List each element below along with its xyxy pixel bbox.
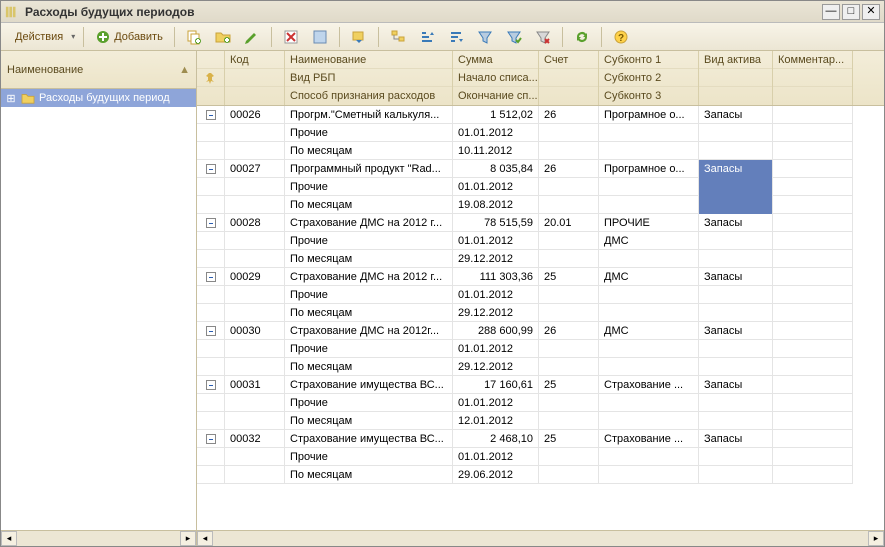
tree-item-root[interactable]: ⊞ Расходы будущих период: [1, 89, 196, 107]
delete-button[interactable]: [278, 26, 304, 48]
window-icon: [5, 5, 19, 19]
window-title: Расходы будущих периодов: [25, 5, 820, 19]
funnel-check-icon: [506, 29, 522, 45]
toolbar-separator: [339, 27, 340, 47]
filter-off-button[interactable]: [530, 26, 556, 48]
refresh-button[interactable]: [569, 26, 595, 48]
grid-header-sum[interactable]: СуммаНачало списа...Окончание сп...: [453, 51, 539, 105]
tree-hscrollbar[interactable]: ◂ ▸: [1, 530, 196, 546]
svg-text:?: ?: [618, 33, 624, 44]
grid-header-comment[interactable]: Комментар...: [773, 51, 853, 105]
grid-header-subconto[interactable]: Субконто 1Субконто 2Субконто 3: [599, 51, 699, 105]
row-marker-icon: [206, 164, 216, 174]
sort-asc-icon: [419, 29, 435, 45]
grid-header-code[interactable]: Код: [225, 51, 285, 105]
folder-plus-icon: [215, 29, 231, 45]
table-row[interactable]: 00029Страхование ДМС на 2012 г...ПрочиеП…: [197, 268, 884, 322]
toolbar-separator: [174, 27, 175, 47]
scroll-right-button[interactable]: ▸: [868, 531, 884, 546]
move-button[interactable]: [346, 26, 372, 48]
row-marker-icon: [206, 218, 216, 228]
body: Наименование ▲ ⊞ Расходы будущих период …: [1, 51, 884, 546]
row-marker-icon: [206, 434, 216, 444]
actions-dropdown-icon[interactable]: ▾: [69, 26, 77, 48]
pencil-icon: [244, 29, 260, 45]
grid-header-asset[interactable]: Вид актива: [699, 51, 773, 105]
table-row[interactable]: 00028Страхование ДМС на 2012 г...ПрочиеП…: [197, 214, 884, 268]
toolbar-separator: [601, 27, 602, 47]
copy-button[interactable]: [181, 26, 207, 48]
help-icon: ?: [613, 29, 629, 45]
tree-body[interactable]: ⊞ Расходы будущих период: [1, 89, 196, 530]
table-row[interactable]: 00032Страхование имущества ВС...ПрочиеПо…: [197, 430, 884, 484]
add-button[interactable]: Добавить: [90, 26, 168, 48]
toolbar: Действия ▾ Добавить ?: [1, 23, 884, 51]
maximize-button[interactable]: □: [842, 4, 860, 20]
toolbar-separator: [378, 27, 379, 47]
row-marker-icon: [206, 272, 216, 282]
page-copy-icon: [186, 29, 202, 45]
grid-pane: Код НаименованиеВид РБПСпособ признания …: [197, 51, 884, 546]
mark-icon: [312, 29, 328, 45]
pin-icon: [205, 72, 217, 84]
grid-header-account[interactable]: Счет: [539, 51, 599, 105]
scroll-track[interactable]: [17, 531, 180, 546]
plus-icon: [95, 29, 111, 45]
scroll-track[interactable]: [213, 531, 868, 546]
sort-desc-icon: [448, 29, 464, 45]
table-row[interactable]: 00026Прогрм."Сметный калькуля...ПрочиеПо…: [197, 106, 884, 160]
tree-header[interactable]: Наименование ▲: [1, 51, 196, 89]
help-button[interactable]: ?: [608, 26, 634, 48]
move-icon: [351, 29, 367, 45]
row-marker-icon: [206, 326, 216, 336]
sort-asc-button[interactable]: [414, 26, 440, 48]
scroll-right-button[interactable]: ▸: [180, 531, 196, 546]
sort-indicator-icon: ▲: [179, 64, 190, 76]
filter-button[interactable]: [501, 26, 527, 48]
sort-desc-button[interactable]: [443, 26, 469, 48]
row-marker-icon: [206, 380, 216, 390]
tree-pane: Наименование ▲ ⊞ Расходы будущих период …: [1, 51, 197, 546]
minimize-button[interactable]: —: [822, 4, 840, 20]
expand-icon[interactable]: ⊞: [5, 92, 17, 105]
hierarchy-icon: [390, 29, 406, 45]
grid-header-name[interactable]: НаименованиеВид РБПСпособ признания расх…: [285, 51, 453, 105]
scroll-left-button[interactable]: ◂: [197, 531, 213, 546]
tree-header-label: Наименование: [7, 64, 83, 76]
table-row[interactable]: 00031Страхование имущества ВС...ПрочиеПо…: [197, 376, 884, 430]
add-group-button[interactable]: [210, 26, 236, 48]
refresh-icon: [574, 29, 590, 45]
toolbar-separator: [562, 27, 563, 47]
actions-menu[interactable]: Действия: [7, 26, 68, 48]
toolbar-separator: [271, 27, 272, 47]
filter-by-value-button[interactable]: [472, 26, 498, 48]
hierarchy-button[interactable]: [385, 26, 411, 48]
delete-icon: [283, 29, 299, 45]
window: Расходы будущих периодов — □ ✕ Действия …: [0, 0, 885, 547]
toolbar-separator: [83, 27, 84, 47]
mark-button[interactable]: [307, 26, 333, 48]
funnel-clear-icon: [535, 29, 551, 45]
tree-item-label: Расходы будущих период: [39, 92, 170, 104]
table-row[interactable]: 00030Страхование ДМС на 2012г...ПрочиеПо…: [197, 322, 884, 376]
edit-button[interactable]: [239, 26, 265, 48]
grid-hscrollbar[interactable]: ◂ ▸: [197, 530, 884, 546]
row-marker-icon: [206, 110, 216, 120]
folder-icon: [21, 92, 35, 104]
grid-header-marker[interactable]: [197, 51, 225, 105]
close-button[interactable]: ✕: [862, 4, 880, 20]
grid-body[interactable]: 00026Прогрм."Сметный калькуля...ПрочиеПо…: [197, 106, 884, 530]
scroll-left-button[interactable]: ◂: [1, 531, 17, 546]
table-row[interactable]: 00027Программный продукт "Rad...ПрочиеПо…: [197, 160, 884, 214]
grid-header: Код НаименованиеВид РБПСпособ признания …: [197, 51, 884, 106]
titlebar: Расходы будущих периодов — □ ✕: [1, 1, 884, 23]
funnel-icon: [477, 29, 493, 45]
